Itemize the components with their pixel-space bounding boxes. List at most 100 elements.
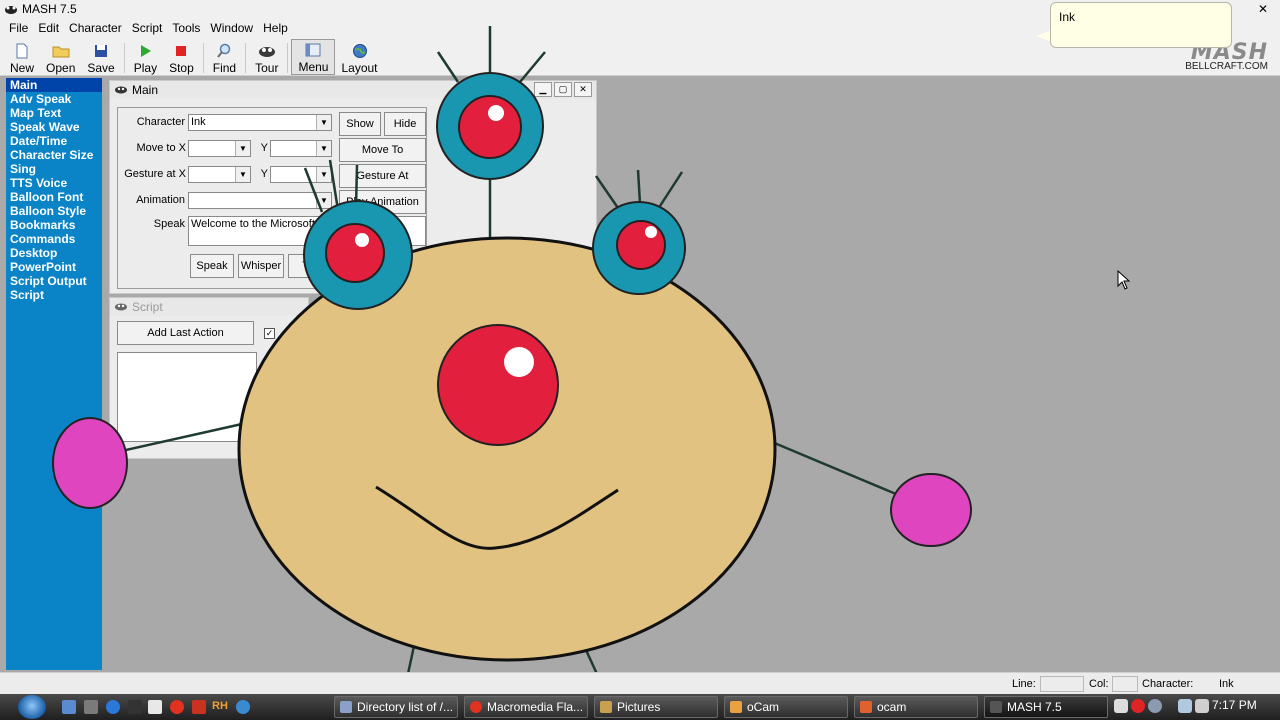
menu-window[interactable]: Window [205,21,258,35]
sidebar-item-main[interactable]: Main [6,78,102,92]
main-window: Main ▁ ▢ ✕ Character Ink ▼ Show Hide Mov… [109,80,597,294]
task-ocam-folder[interactable]: oCam [724,696,848,718]
sidebar-item-adv-speak[interactable]: Adv Speak [6,92,102,106]
robohelp-icon[interactable]: RH [212,700,228,712]
document-icon[interactable] [148,700,162,714]
hide-button[interactable]: Hide [384,112,426,136]
browser-icon[interactable] [106,700,120,714]
task-ocam[interactable]: ocam [854,696,978,718]
toolbar-separator [287,43,289,73]
menu-file[interactable]: File [4,21,33,35]
task-label: MASH 7.5 [1007,700,1062,714]
speak-text-input[interactable]: Welcome to the Microsoft Age [188,216,426,246]
floppy-icon [92,43,110,59]
new-button[interactable]: New [4,39,40,75]
taskbar-clock[interactable]: 7:17 PM [1212,698,1257,712]
status-col-label: Col: [1089,678,1109,690]
show-button[interactable]: Show [339,112,381,136]
record-icon[interactable] [1131,699,1145,713]
volume-icon[interactable] [1195,699,1209,713]
chevron-down-icon: ▼ [316,167,331,182]
add-last-action-button[interactable]: Add Last Action [117,321,254,345]
gesture-at-y-select[interactable]: ▼ [270,166,332,183]
show-desktop-icon[interactable] [62,700,76,714]
sidebar-item-balloon-font[interactable]: Balloon Font [6,190,102,204]
speak-button[interactable]: Speak [190,254,234,278]
move-to-x-label: Move to X [136,142,186,154]
globe-icon[interactable] [236,700,250,714]
sidebar-item-date-time[interactable]: Date/Time [6,134,102,148]
play-button[interactable]: Play [128,39,163,75]
sidebar-item-desktop[interactable]: Desktop [6,246,102,260]
layout-label: Layout [341,61,378,75]
menu-window-icon [304,42,322,58]
folder-icon [600,701,612,713]
tour-button[interactable]: Tour [249,39,284,75]
menu-character[interactable]: Character [64,21,127,35]
find-button[interactable]: Find [207,39,242,75]
menu-script[interactable]: Script [127,21,168,35]
play-animation-button[interactable]: Play Animation [339,190,426,214]
gesture-at-button[interactable]: Gesture At [339,164,426,188]
character-select[interactable]: Ink ▼ [188,114,332,131]
script-list[interactable] [117,352,257,442]
menu-label: Menu [298,60,329,74]
robot-icon[interactable] [128,700,142,714]
think-button[interactable]: Thi [288,254,332,278]
move-to-button[interactable]: Move To [339,138,426,162]
sidebar-item-powerpoint[interactable]: PowerPoint [6,260,102,274]
status-character-label: Character: [1142,678,1194,690]
play-label: Play [133,61,158,75]
tray-app-icon[interactable] [1114,699,1128,713]
script-checkbox[interactable]: ✓ [264,328,275,339]
whisper-button[interactable]: Whisper [238,254,284,278]
task-pictures[interactable]: Pictures [594,696,718,718]
move-to-y-select[interactable]: ▼ [270,140,332,157]
maximize-button[interactable]: ▢ [554,82,572,97]
flash-icon[interactable] [170,700,184,714]
app-icon[interactable] [192,700,206,714]
task-macromedia-flash[interactable]: Macromedia Fla... [464,696,588,718]
layout-button[interactable]: Layout [335,39,383,75]
move-to-x-select[interactable]: ▼ [188,140,251,157]
folder-icon [52,43,70,59]
window-controls: ▁ ▢ ✕ [534,82,592,97]
sidebar-item-commands[interactable]: Commands [6,232,102,246]
window-close-button[interactable]: ✕ [1258,2,1268,16]
flash-icon [470,701,482,713]
main-form-panel: Character Ink ▼ Show Hide Move to X ▼ Y … [117,107,427,289]
close-button[interactable]: ✕ [574,82,592,97]
open-label: Open [46,61,76,75]
animation-label: Animation [136,194,185,206]
robot-icon [114,84,128,97]
sidebar-item-balloon-style[interactable]: Balloon Style [6,204,102,218]
task-mash[interactable]: MASH 7.5 [984,696,1108,718]
switch-windows-icon[interactable] [84,700,98,714]
sidebar-item-map-text[interactable]: Map Text [6,106,102,120]
menu-edit[interactable]: Edit [33,21,64,35]
sidebar: Main Adv Speak Map Text Speak Wave Date/… [6,78,102,670]
menu-help[interactable]: Help [258,21,293,35]
sidebar-item-script[interactable]: Script [6,288,102,302]
start-button[interactable] [18,695,46,719]
sidebar-item-speak-wave[interactable]: Speak Wave [6,120,102,134]
sidebar-item-script-output[interactable]: Script Output [6,274,102,288]
character-label: Character [136,116,185,128]
task-directory-list[interactable]: Directory list of /... [334,696,458,718]
folder-icon [730,701,742,713]
sidebar-item-bookmarks[interactable]: Bookmarks [6,218,102,232]
menu-tools[interactable]: Tools [167,21,205,35]
gesture-at-x-select[interactable]: ▼ [188,166,251,183]
menu-button[interactable]: Menu [291,39,336,75]
sidebar-item-sing[interactable]: Sing [6,162,102,176]
open-button[interactable]: Open [40,39,81,75]
stop-button[interactable]: Stop [163,39,200,75]
animation-select[interactable]: ▼ [188,192,332,209]
taskbar: RH Directory list of /... Macromedia Fla… [0,694,1280,720]
sidebar-item-tts-voice[interactable]: TTS Voice [6,176,102,190]
minimize-button[interactable]: ▁ [534,82,552,97]
network-icon[interactable] [1178,699,1192,713]
save-button[interactable]: Save [81,39,120,75]
gear-icon[interactable] [1148,699,1162,713]
sidebar-item-character-size[interactable]: Character Size [6,148,102,162]
